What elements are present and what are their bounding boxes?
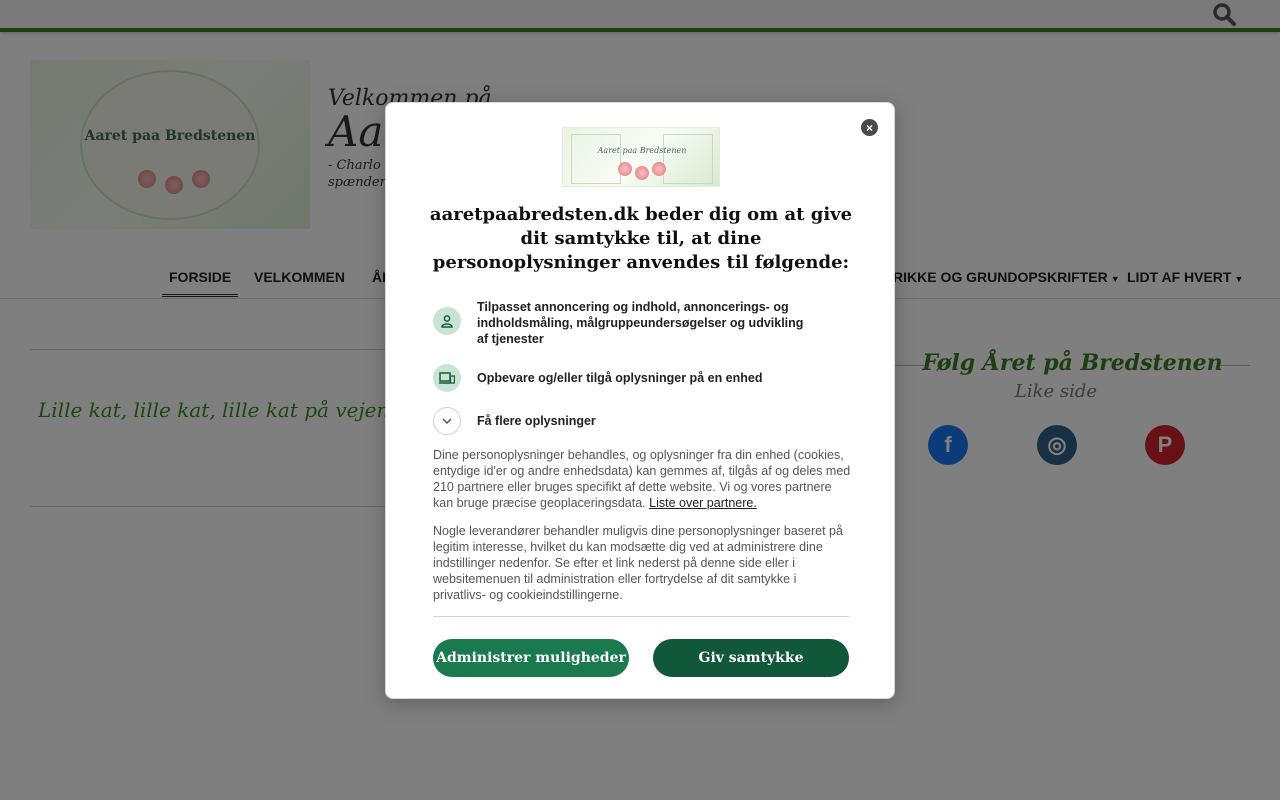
close-button[interactable]: × (861, 119, 878, 136)
partners-link[interactable]: Liste over partnere. (649, 496, 757, 510)
devices-icon (433, 364, 461, 392)
give-consent-button[interactable]: Giv samtykke (653, 639, 849, 677)
paragraph-text: Dine personoplysninger behandles, og opl… (433, 448, 851, 510)
close-icon: × (865, 120, 873, 135)
consent-paragraph: Dine personoplysninger behandles, og opl… (433, 447, 851, 511)
rose-decoration (652, 162, 666, 176)
consent-paragraph: Nogle leverandører behandler muligvis di… (433, 524, 843, 602)
purpose-text: Få flere oplysninger (477, 414, 596, 428)
logo-text: Aaret paa Bredstenen (597, 146, 687, 155)
window-decoration (663, 134, 713, 184)
purpose-text: Opbevare og/eller tilgå oplysninger på e… (477, 371, 763, 385)
purpose-text: Tilpasset annoncering og indhold, annonc… (477, 300, 804, 346)
manage-options-button[interactable]: Administrer muligheder (433, 639, 629, 677)
rose-decoration (618, 162, 632, 176)
site-logo: Aaret paa Bredstenen (562, 127, 720, 187)
rose-decoration (635, 166, 649, 180)
divider (433, 616, 849, 617)
consent-dialog: × Aaret paa Bredstenen aaretpaabredsten.… (385, 102, 895, 699)
person-icon (433, 307, 461, 335)
consent-title: aaretpaabredsten.dk beder dig om at give… (429, 204, 853, 273)
chevron-down-icon (433, 407, 461, 435)
window-decoration (571, 134, 621, 184)
